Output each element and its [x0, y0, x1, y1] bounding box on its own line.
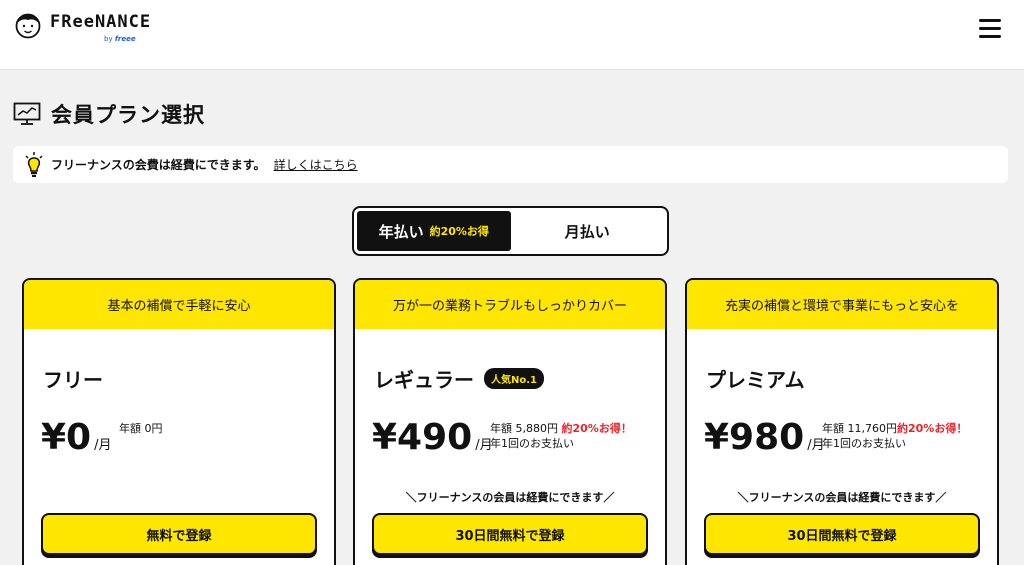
plan-price-amount: ¥490 [372, 417, 473, 458]
expense-note: ＼フリーナンスの会員は経費にできます／ [405, 491, 615, 504]
payment-frequency: 年1回のお支払い [822, 437, 906, 450]
plan-card-free: 基本の補償で手軽に安心 フリー ¥0/月 年額 0円 無料で登録 [22, 278, 336, 565]
plan-price: ¥490/月 [372, 417, 493, 458]
logo-brand-text: freee [114, 35, 136, 43]
details-link[interactable]: 詳しくはこちら [274, 156, 358, 173]
notice-text: フリーナンスの会費は経費にできます。 [51, 158, 266, 172]
logo-by-text: by [104, 35, 113, 43]
plan-name-text: フリー [43, 368, 103, 392]
plan-price: ¥0/月 [41, 417, 112, 458]
page-title-row: 会員プラン選択 [13, 99, 205, 129]
logo[interactable]: FReeNANCE by freee [14, 11, 160, 51]
plan-price-note: 年額 5,880円 約20%お得！ 年1回のお支払い [490, 421, 632, 451]
hamburger-menu-icon[interactable] [979, 19, 1001, 39]
register-free-button[interactable]: 無料で登録 [41, 513, 317, 555]
register-trial-button[interactable]: 30日間無料で登録 [372, 513, 648, 555]
page-title: 会員プラン選択 [51, 103, 205, 127]
plan-tagline: 充実の補償と環境で事業にもっと安心を [687, 280, 997, 329]
tab-monthly-billing[interactable]: 月払い [511, 211, 665, 251]
plan-tagline: 基本の補償で手軽に安心 [24, 280, 334, 329]
logo-byline: by freee [104, 35, 136, 43]
annual-amount: 年額 5,880円 [490, 422, 558, 435]
annual-discount-label: 約20%お得 [429, 225, 489, 238]
expense-note: ＼フリーナンスの会員は経費にできます／ [737, 491, 947, 504]
popular-badge: 人気No.1 [484, 368, 544, 389]
monthly-label: 月払い [564, 222, 610, 241]
monitor-chart-icon [13, 102, 41, 125]
register-trial-button[interactable]: 30日間無料で登録 [704, 513, 980, 555]
plan-price-note: 年額 11,760円約20%お得！ 年1回のお支払い [822, 421, 967, 451]
plan-name-text: プレミアム [706, 368, 805, 392]
discount-label: 約20%お得！ [561, 422, 632, 435]
plan-card-regular: 万が一の業務トラブルもしっかりカバー レギュラー 人気No.1 ¥490/月 年… [353, 278, 667, 565]
annual-label: 年払い [378, 222, 424, 241]
lightbulb-icon [25, 151, 43, 177]
plan-price-note: 年額 0円 [119, 421, 163, 436]
expense-notice: フリーナンスの会費は経費にできます。 詳しくはこちら [13, 146, 1008, 183]
smiling-face-logo-icon [15, 13, 41, 39]
plan-name: プレミアム [706, 364, 805, 393]
plan-price-amount: ¥0 [41, 417, 92, 458]
plan-name: フリー [43, 364, 103, 393]
plan-name-text: レギュラー [374, 368, 474, 392]
plan-name: レギュラー 人気No.1 [374, 364, 544, 393]
annual-amount: 年額 11,760円 [822, 422, 897, 435]
plan-tagline: 万が一の業務トラブルもしっかりカバー [355, 280, 665, 329]
tab-annual-billing[interactable]: 年払い 約20%お得 [357, 211, 511, 251]
annual-amount: 年額 0円 [119, 422, 163, 435]
payment-frequency: 年1回のお支払い [490, 437, 574, 450]
plan-price-amount: ¥980 [704, 417, 805, 458]
discount-label: 約20%お得！ [897, 422, 968, 435]
plan-card-premium: 充実の補償と環境で事業にもっと安心を プレミアム ¥980/月 年額 11,76… [685, 278, 999, 565]
billing-period-toggle: 年払い 約20%お得 月払い [352, 206, 669, 256]
logo-wordmark: FReeNANCE [50, 12, 152, 32]
plan-price: ¥980/月 [704, 417, 825, 458]
site-header: FReeNANCE by freee [0, 0, 1024, 70]
plan-price-unit: /月 [94, 438, 112, 453]
